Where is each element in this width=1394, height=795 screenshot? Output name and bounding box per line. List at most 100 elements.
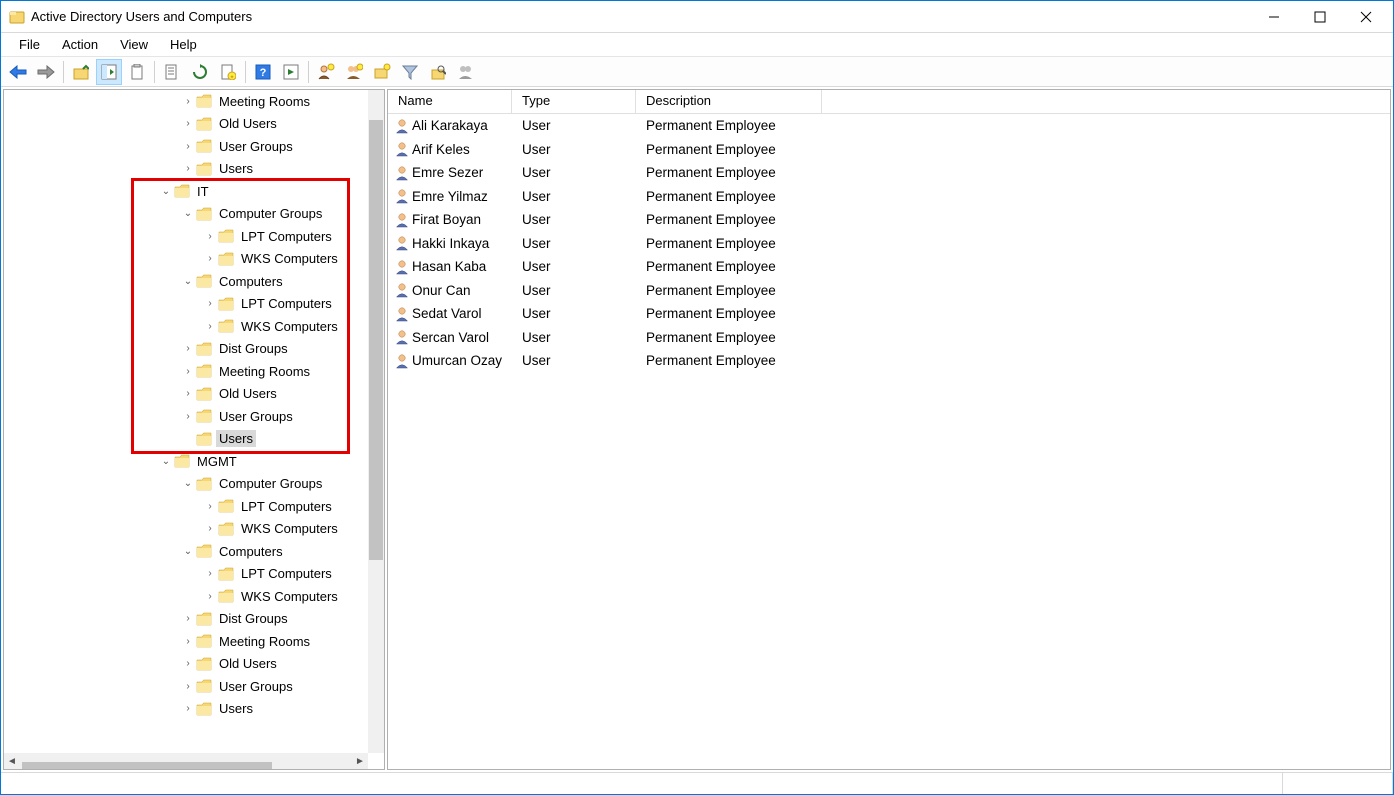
tree-node-it[interactable]: ⌄IT bbox=[4, 180, 368, 203]
tree-node-wks-computers[interactable]: ›WKS Computers bbox=[4, 248, 368, 271]
maximize-button[interactable] bbox=[1297, 2, 1343, 32]
properties-button[interactable] bbox=[278, 59, 304, 85]
expander-icon[interactable]: ⌄ bbox=[180, 208, 196, 219]
tree-node-user-groups[interactable]: ›User Groups bbox=[4, 675, 368, 698]
back-button[interactable] bbox=[5, 59, 31, 85]
tree-node-old-users[interactable]: ›Old Users bbox=[4, 383, 368, 406]
expander-icon[interactable]: › bbox=[202, 501, 218, 512]
find-button[interactable] bbox=[425, 59, 451, 85]
close-button[interactable] bbox=[1343, 2, 1389, 32]
tree-node-old-users[interactable]: ›Old Users bbox=[4, 113, 368, 136]
tree-node-dist-groups[interactable]: ›Dist Groups bbox=[4, 338, 368, 361]
tree-node-mgmt[interactable]: ⌄MGMT bbox=[4, 450, 368, 473]
list-row[interactable]: Umurcan OzayUserPermanent Employee bbox=[388, 349, 1390, 373]
expander-icon[interactable]: › bbox=[180, 613, 196, 624]
tree-node-lpt-computers[interactable]: ›LPT Computers bbox=[4, 293, 368, 316]
refresh-button[interactable] bbox=[187, 59, 213, 85]
add-member-button[interactable] bbox=[453, 59, 479, 85]
scroll-right-arrow[interactable]: ► bbox=[352, 753, 368, 769]
list-row[interactable]: Emre SezerUserPermanent Employee bbox=[388, 161, 1390, 185]
tree-node-meeting-rooms[interactable]: ›Meeting Rooms bbox=[4, 630, 368, 653]
list-row[interactable]: Sedat VarolUserPermanent Employee bbox=[388, 302, 1390, 326]
list-row[interactable]: Ali KarakayaUserPermanent Employee bbox=[388, 114, 1390, 138]
menu-help[interactable]: Help bbox=[160, 35, 207, 54]
expander-icon[interactable]: ⌄ bbox=[180, 478, 196, 489]
scrollbar-thumb[interactable] bbox=[369, 120, 383, 560]
expander-icon[interactable]: › bbox=[202, 321, 218, 332]
tree-node-computers[interactable]: ⌄Computers bbox=[4, 540, 368, 563]
tree-node-users[interactable]: ›Users bbox=[4, 698, 368, 721]
scroll-left-arrow[interactable]: ◄ bbox=[4, 753, 20, 769]
expander-icon[interactable]: › bbox=[180, 366, 196, 377]
tree-node-users[interactable]: Users bbox=[4, 428, 368, 451]
tree-node-user-groups[interactable]: ›User Groups bbox=[4, 405, 368, 428]
filter-button[interactable] bbox=[397, 59, 423, 85]
forward-button[interactable] bbox=[33, 59, 59, 85]
new-button[interactable]: ✦ bbox=[215, 59, 241, 85]
menu-view[interactable]: View bbox=[110, 35, 158, 54]
expander-icon[interactable]: › bbox=[202, 253, 218, 264]
expander-icon[interactable]: › bbox=[180, 411, 196, 422]
folder-icon bbox=[196, 162, 212, 176]
expander-icon[interactable]: › bbox=[180, 703, 196, 714]
expander-icon[interactable]: › bbox=[180, 388, 196, 399]
new-ou-button[interactable] bbox=[369, 59, 395, 85]
expander-icon[interactable]: › bbox=[202, 591, 218, 602]
list-row[interactable]: Emre YilmazUserPermanent Employee bbox=[388, 185, 1390, 209]
tree-node-meeting-rooms[interactable]: ›Meeting Rooms bbox=[4, 90, 368, 113]
tree-node-dist-groups[interactable]: ›Dist Groups bbox=[4, 608, 368, 631]
tree-node-wks-computers[interactable]: ›WKS Computers bbox=[4, 315, 368, 338]
expander-icon[interactable]: › bbox=[180, 163, 196, 174]
list-row[interactable]: Firat BoyanUserPermanent Employee bbox=[388, 208, 1390, 232]
tree-node-users[interactable]: ›Users bbox=[4, 158, 368, 181]
help-button[interactable]: ? bbox=[250, 59, 276, 85]
tree-node-wks-computers[interactable]: ›WKS Computers bbox=[4, 585, 368, 608]
expander-icon[interactable]: › bbox=[202, 231, 218, 242]
new-group-button[interactable] bbox=[341, 59, 367, 85]
expander-icon[interactable]: › bbox=[180, 636, 196, 647]
horizontal-scrollbar[interactable]: ◄ ► bbox=[4, 753, 368, 769]
expander-icon[interactable]: › bbox=[180, 141, 196, 152]
tree-node-lpt-computers[interactable]: ›LPT Computers bbox=[4, 495, 368, 518]
vertical-scrollbar[interactable] bbox=[368, 90, 384, 753]
expander-icon[interactable]: › bbox=[180, 118, 196, 129]
list-row[interactable]: Hasan KabaUserPermanent Employee bbox=[388, 255, 1390, 279]
cell-type: User bbox=[512, 189, 636, 204]
column-header-description[interactable]: Description bbox=[636, 90, 822, 113]
expander-icon[interactable]: ⌄ bbox=[180, 276, 196, 287]
list-row[interactable]: Hakki InkayaUserPermanent Employee bbox=[388, 232, 1390, 256]
tree-node-lpt-computers[interactable]: ›LPT Computers bbox=[4, 225, 368, 248]
scrollbar-thumb[interactable] bbox=[22, 762, 272, 769]
list-row[interactable]: Onur CanUserPermanent Employee bbox=[388, 279, 1390, 303]
clipboard-button[interactable] bbox=[124, 59, 150, 85]
expander-icon[interactable]: ⌄ bbox=[158, 456, 174, 467]
column-header-type[interactable]: Type bbox=[512, 90, 636, 113]
expander-icon[interactable]: › bbox=[202, 568, 218, 579]
up-button[interactable] bbox=[68, 59, 94, 85]
tree-node-user-groups[interactable]: ›User Groups bbox=[4, 135, 368, 158]
list-row[interactable]: Sercan VarolUserPermanent Employee bbox=[388, 326, 1390, 350]
tree-node-meeting-rooms[interactable]: ›Meeting Rooms bbox=[4, 360, 368, 383]
menu-file[interactable]: File bbox=[9, 35, 50, 54]
minimize-button[interactable] bbox=[1251, 2, 1297, 32]
show-hide-tree-button[interactable] bbox=[96, 59, 122, 85]
new-user-button[interactable] bbox=[313, 59, 339, 85]
tree-node-wks-computers[interactable]: ›WKS Computers bbox=[4, 518, 368, 541]
expander-icon[interactable]: › bbox=[180, 681, 196, 692]
list-row[interactable]: Arif KelesUserPermanent Employee bbox=[388, 138, 1390, 162]
tree-node-computer-groups[interactable]: ⌄Computer Groups bbox=[4, 473, 368, 496]
menu-action[interactable]: Action bbox=[52, 35, 108, 54]
column-header-name[interactable]: Name bbox=[388, 90, 512, 113]
export-button[interactable] bbox=[159, 59, 185, 85]
expander-icon[interactable]: › bbox=[180, 96, 196, 107]
expander-icon[interactable]: › bbox=[180, 658, 196, 669]
tree-node-computers[interactable]: ⌄Computers bbox=[4, 270, 368, 293]
tree-node-lpt-computers[interactable]: ›LPT Computers bbox=[4, 563, 368, 586]
expander-icon[interactable]: › bbox=[202, 298, 218, 309]
expander-icon[interactable]: ⌄ bbox=[180, 546, 196, 557]
tree-node-old-users[interactable]: ›Old Users bbox=[4, 653, 368, 676]
expander-icon[interactable]: › bbox=[180, 343, 196, 354]
expander-icon[interactable]: › bbox=[202, 523, 218, 534]
expander-icon[interactable]: ⌄ bbox=[158, 186, 174, 197]
tree-node-computer-groups[interactable]: ⌄Computer Groups bbox=[4, 203, 368, 226]
